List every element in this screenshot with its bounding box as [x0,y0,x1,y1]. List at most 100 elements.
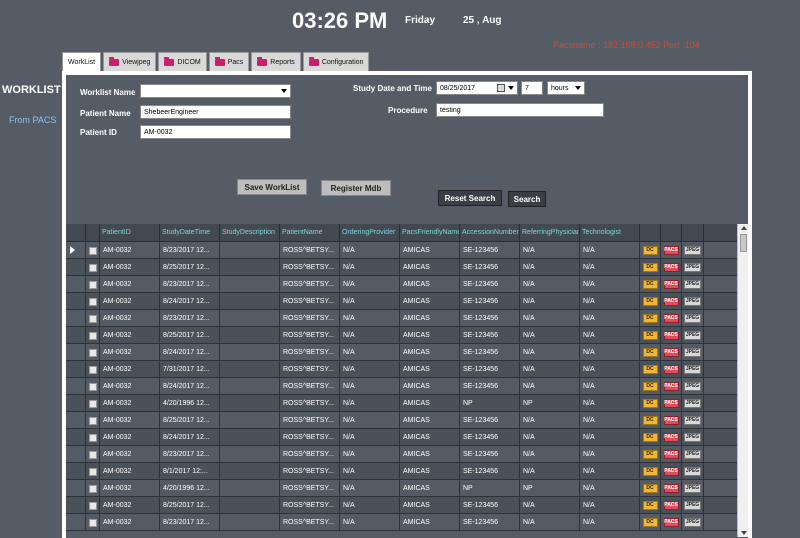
dc-button[interactable]: DC [642,415,658,425]
dc-button[interactable]: DC [642,347,658,357]
col-header[interactable]: PatientName [280,224,340,241]
duration-input[interactable]: 7 [521,81,543,95]
row-checkbox[interactable] [89,417,97,425]
row-checkbox[interactable] [89,383,97,391]
row-checkbox[interactable] [89,298,97,306]
pacs-button[interactable]: PACS [663,432,679,442]
patient-id-input[interactable]: AM-0032 [140,125,291,139]
table-row[interactable]: AM-0032 8/25/2017 12... ROSS^BETSY... N/A AM… [66,497,737,514]
col-header[interactable]: PacsFriendlyName [400,224,460,241]
dc-button[interactable]: DC [642,500,658,510]
dc-button[interactable]: DC [642,432,658,442]
pacs-button[interactable]: PACS [663,330,679,340]
jpeg-button[interactable]: JPEG [684,245,701,255]
worklist-name-select[interactable] [140,84,291,98]
tab-reports[interactable]: Reports [251,52,301,71]
pacs-button[interactable]: PACS [663,296,679,306]
scroll-up-icon[interactable] [741,226,747,230]
row-checkbox[interactable] [89,451,97,459]
pacs-button[interactable]: PACS [663,245,679,255]
jpeg-button[interactable]: JPEG [684,398,701,408]
dc-button[interactable]: DC [642,330,658,340]
grid-scrollbar[interactable] [737,224,748,537]
pacs-button[interactable]: PACS [663,262,679,272]
row-checkbox[interactable] [89,281,97,289]
jpeg-button[interactable]: JPEG [684,415,701,425]
col-header[interactable]: StudyDescription [220,224,280,241]
table-row[interactable]: AM-0032 8/23/2017 12... ROSS^BETSY... N/A AM… [66,514,737,531]
dc-button[interactable]: DC [642,245,658,255]
patient-name-input[interactable]: ShebeerEngineer [140,105,291,119]
dc-button[interactable]: DC [642,279,658,289]
dc-button[interactable]: DC [642,262,658,272]
pacs-button[interactable]: PACS [663,279,679,289]
row-checkbox[interactable] [89,519,97,527]
dc-button[interactable]: DC [642,364,658,374]
dc-button[interactable]: DC [642,398,658,408]
dc-button[interactable]: DC [642,313,658,323]
col-header[interactable]: ReferringPhysician [520,224,580,241]
table-row[interactable]: AM-0032 8/23/2017 12... ROSS^BETSY... N/A AM… [66,276,737,293]
pacs-button[interactable]: PACS [663,483,679,493]
row-checkbox[interactable] [89,366,97,374]
pacs-button[interactable]: PACS [663,347,679,357]
table-row[interactable]: AM-0032 8/24/2017 12... ROSS^BETSY... N/A AM… [66,293,737,310]
pacs-button[interactable]: PACS [663,313,679,323]
tab-dicom[interactable]: DICOM [158,52,207,71]
jpeg-button[interactable]: JPEG [684,483,701,493]
dc-button[interactable]: DC [642,449,658,459]
jpeg-button[interactable]: JPEG [684,517,701,527]
row-checkbox[interactable] [89,247,97,255]
study-date-picker[interactable]: 08/25/2017 [436,81,518,95]
row-checkbox[interactable] [89,468,97,476]
scroll-down-icon[interactable] [741,531,747,535]
row-checkbox[interactable] [89,502,97,510]
dc-button[interactable]: DC [642,381,658,391]
jpeg-button[interactable]: JPEG [684,313,701,323]
row-checkbox[interactable] [89,332,97,340]
dc-button[interactable]: DC [642,517,658,527]
jpeg-button[interactable]: JPEG [684,500,701,510]
search-button[interactable]: Search [508,191,546,207]
tab-viewjpeg[interactable]: Viewjpeg [103,52,157,71]
jpeg-button[interactable]: JPEG [684,466,701,476]
duration-unit-select[interactable]: hours [547,81,585,95]
jpeg-button[interactable]: JPEG [684,364,701,374]
table-row[interactable]: AM-0032 8/24/2017 12... ROSS^BETSY... N/A AM… [66,429,737,446]
dc-button[interactable]: DC [642,296,658,306]
jpeg-button[interactable]: JPEG [684,296,701,306]
row-checkbox[interactable] [89,434,97,442]
table-row[interactable]: AM-0032 8/24/2017 12... ROSS^BETSY... N/A AM… [66,344,737,361]
pacs-button[interactable]: PACS [663,517,679,527]
save-worklist-button[interactable]: Save WorkList [237,179,307,195]
tab-worklist[interactable]: WorkList [62,52,102,72]
col-header[interactable]: PatientID [100,224,160,241]
table-row[interactable]: AM-0032 8/25/2017 12... ROSS^BETSY... N/A AM… [66,327,737,344]
pacs-button[interactable]: PACS [663,364,679,374]
jpeg-button[interactable]: JPEG [684,449,701,459]
table-row[interactable]: AM-0032 4/20/1996 12... ROSS^BETSY... N/A AM… [66,395,737,412]
reset-search-button[interactable]: Reset Search [438,190,502,206]
tab-configuration[interactable]: Configuration [302,52,370,71]
row-checkbox[interactable] [89,264,97,272]
table-row[interactable]: AM-0032 8/23/2017 12... ROSS^BETSY... N/A AM… [66,310,737,327]
pacs-button[interactable]: PACS [663,466,679,476]
pacs-button[interactable]: PACS [663,398,679,408]
row-checkbox[interactable] [89,349,97,357]
row-checkbox[interactable] [89,315,97,323]
calendar-icon[interactable] [497,84,505,92]
jpeg-button[interactable]: JPEG [684,347,701,357]
table-row[interactable]: AM-0032 8/24/2017 12... ROSS^BETSY... N/A AM… [66,378,737,395]
jpeg-button[interactable]: JPEG [684,279,701,289]
table-row[interactable]: AM-0032 8/25/2017 12... ROSS^BETSY... N/A AM… [66,259,737,276]
table-row[interactable]: AM-0032 4/20/1996 12... ROSS^BETSY... N/A AM… [66,480,737,497]
col-header[interactable]: Technologist [580,224,640,241]
table-row[interactable]: AM-0032 8/25/2017 12... ROSS^BETSY... N/A AM… [66,412,737,429]
pacs-button[interactable]: PACS [663,415,679,425]
procedure-input[interactable]: testing [436,103,604,117]
from-pacs-link[interactable]: From PACS [9,115,56,125]
table-row[interactable]: AM-0032 8/1/2017 12:... ROSS^BETSY... N/A AM… [66,463,737,480]
dc-button[interactable]: DC [642,466,658,476]
row-checkbox[interactable] [89,400,97,408]
col-header[interactable]: OrderingProvider [340,224,400,241]
